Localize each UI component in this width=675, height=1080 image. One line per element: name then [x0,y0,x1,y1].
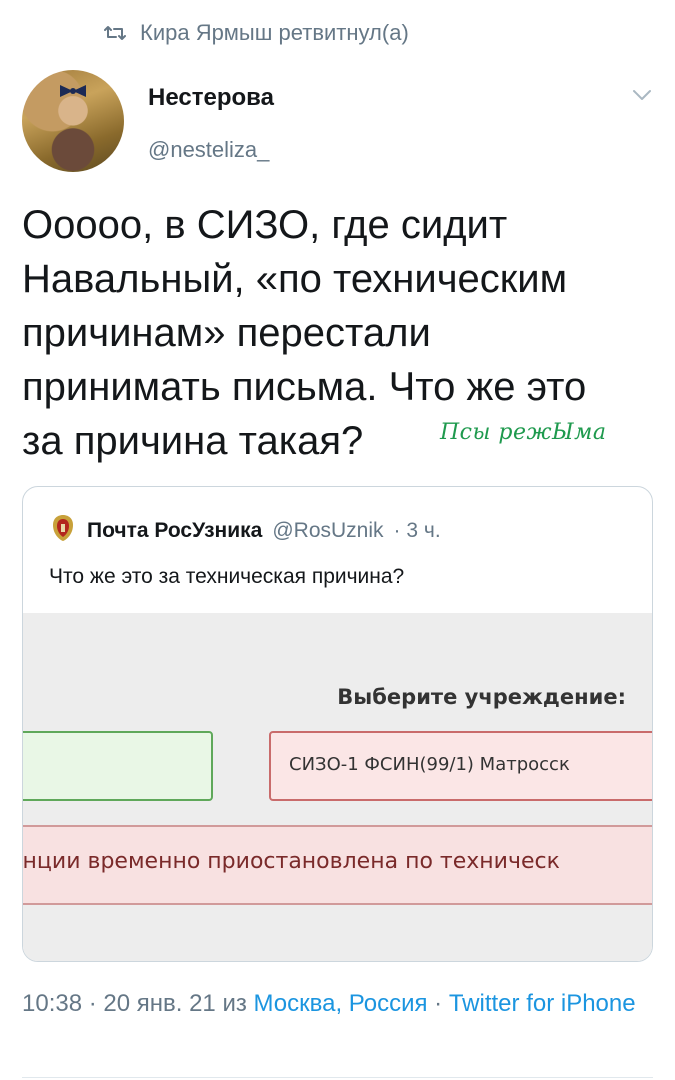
meta-separator: · [427,990,449,1017]
tweet-meta: 10:38 · 20 янв. 21 из Москва, Россия · T… [22,986,652,1022]
suspension-error-banner: енции временно приостановлена по техниче… [23,825,652,905]
institution-select: СИЗО-1 ФСИН(99/1) Матросск [269,731,652,801]
divider [22,1077,653,1078]
image-green-field [23,731,213,801]
quoted-tweet-image[interactable]: Выберите учреждение: СИЗО-1 ФСИН(99/1) М… [23,613,652,961]
institution-select-value: СИЗО-1 ФСИН(99/1) Матросск [289,754,570,775]
retweet-icon [104,25,126,41]
quoted-tweet-card[interactable]: Почта РосУзника @RosUznik · 3 ч. Что же … [22,486,653,962]
institution-label: Выберите учреждение: [337,685,626,709]
author-handle[interactable]: @nesteliza_ [148,137,269,163]
chevron-down-icon[interactable] [632,88,652,106]
handwritten-signature: Псы режЫма [440,420,607,445]
suspension-error-text: енции временно приостановлена по техниче… [23,849,560,874]
retweet-indicator[interactable]: Кира Ярмыш ретвитнул(а) [104,20,409,46]
author-avatar[interactable] [22,70,124,172]
author-name[interactable]: Нестерова [148,84,274,112]
quoted-tweet-text: Что же это за техническая причина? [49,565,405,588]
coat-of-arms-icon [49,513,77,549]
tweet-timestamp: 10:38 · 20 янв. 21 из [22,990,254,1017]
tweet-text-line: Ооооо, в СИЗО, где сидит [22,203,508,247]
quoted-tweet-time: · 3 ч. [393,519,441,542]
retweet-label: Кира Ярмыш ретвитнул(а) [140,20,409,45]
bow-decoration [60,85,86,97]
tweet-text-line: Навальный, «по техническим [22,257,568,301]
quoted-author-handle[interactable]: @RosUznik [272,519,383,543]
quoted-tweet-header: Почта РосУзника @RosUznik · 3 ч. [49,513,441,549]
tweet-source-link[interactable]: Twitter for iPhone [449,990,636,1017]
tweet-text-line: причинам» перестали [22,311,431,355]
tweet-location-link[interactable]: Москва, Россия [254,990,428,1017]
tweet-text-line: принимать письма. Что же это [22,365,587,409]
quoted-author-name[interactable]: Почта РосУзника [87,519,262,543]
